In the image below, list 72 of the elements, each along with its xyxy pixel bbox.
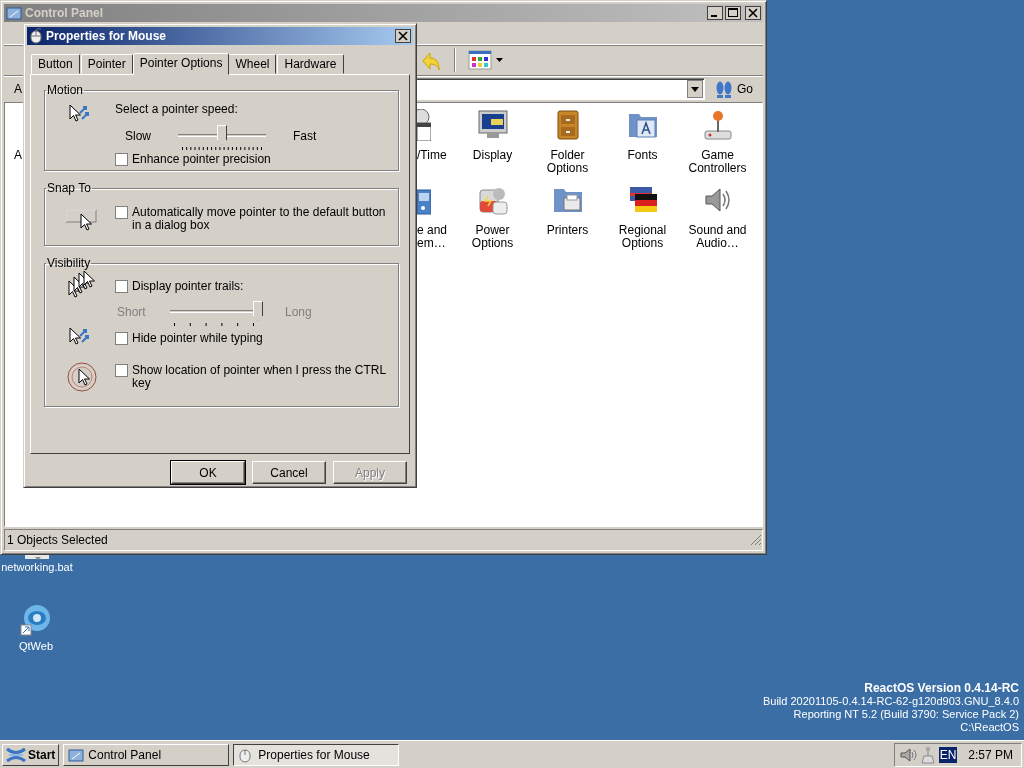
item-label[interactable]: Fonts [608, 149, 677, 162]
slider-min-label: Slow [124, 129, 152, 143]
folder-icon [6, 5, 22, 21]
item-label[interactable]: /Time [417, 149, 453, 162]
version-text: ReactOS Version 0.4.14-RC [863, 682, 1019, 695]
globe-icon [20, 604, 52, 636]
close-icon[interactable] [745, 6, 761, 20]
checkbox-label[interactable]: Enhance pointer precision [132, 153, 271, 166]
address-label: A [14, 82, 22, 96]
start-button[interactable]: Start [2, 743, 60, 766]
language-indicator[interactable]: EN [938, 746, 958, 763]
item-label[interactable]: e and em… [417, 224, 453, 250]
monitor-icon[interactable] [476, 109, 509, 141]
status-text: 1 Objects Selected [7, 533, 108, 547]
checkbox[interactable] [115, 153, 128, 166]
caret-icon[interactable] [496, 57, 504, 63]
go-button[interactable]: Go [711, 80, 757, 98]
version-text: Reporting NT 5.2 (Build 3790: Service Pack 2) [792, 708, 1019, 721]
checkbox[interactable] [115, 364, 128, 377]
item-label[interactable]: Regional Options [608, 224, 677, 250]
tab[interactable]: Hardware [277, 54, 344, 74]
clock[interactable]: 2:57 PM [968, 747, 1013, 762]
slider-max-label: Fast [292, 129, 317, 143]
tab[interactable]: Button [31, 54, 80, 74]
desktop-icon-label[interactable]: QtWeb [19, 640, 53, 652]
group-text: Select a pointer speed: [115, 102, 238, 116]
group-title: Visibility [46, 256, 92, 270]
checkbox-label[interactable]: Show location of pointer when I press the CTRL key [132, 364, 390, 390]
folder-icon [68, 746, 85, 763]
checkbox[interactable] [115, 279, 128, 293]
tab[interactable]: Pointer Options [132, 53, 230, 75]
version-text: Build 20201105-0.4.14-RC-62-g120d903.GNU_8.4.0 [762, 695, 1019, 708]
group-title: Motion [46, 83, 85, 97]
item-label[interactable]: A [14, 149, 22, 162]
slider-min-label: Short [116, 305, 147, 319]
views-icon[interactable] [468, 50, 492, 70]
slider-thumb[interactable] [217, 124, 227, 145]
footprints-icon [715, 80, 733, 98]
maximize-icon[interactable] [725, 6, 741, 20]
slider-max-label: Long [284, 305, 312, 319]
checkbox-label[interactable]: Automatically move pointer to the default button in a dialog box [132, 206, 390, 232]
version-text: C:\ReactOS [959, 721, 1019, 734]
item-label[interactable]: Game Controllers [683, 149, 752, 175]
desktop-icon-label[interactable]: networking.bat [1, 561, 73, 573]
item-label[interactable]: Printers [533, 224, 602, 237]
checkbox-label[interactable]: Hide pointer while typing [132, 331, 263, 345]
item-label[interactable]: Sound and Audio… [683, 224, 752, 250]
joystick-icon[interactable] [701, 109, 734, 141]
dialog-button[interactable]: Cancel [252, 461, 326, 484]
dialog-button[interactable]: OK [171, 461, 245, 484]
tab[interactable]: Wheel [228, 54, 277, 74]
volume-icon[interactable] [898, 746, 917, 763]
checkbox[interactable] [115, 206, 128, 219]
item-label[interactable]: Display [458, 149, 527, 162]
item-label[interactable]: Power Options [458, 224, 527, 250]
pointer-location-icon [66, 361, 98, 393]
logo-icon [6, 746, 26, 763]
tab[interactable]: Pointer [80, 54, 133, 74]
window-title: Control Panel [25, 6, 104, 20]
checkbox-label[interactable]: Display pointer trails: [132, 279, 244, 293]
group-title: Snap To [46, 181, 92, 195]
mouse-icon [29, 28, 43, 44]
window-title: Properties for Mouse [46, 29, 168, 43]
pointer-trails-icon [67, 271, 97, 301]
minimize-icon[interactable] [707, 6, 723, 20]
taskbar-button[interactable]: Control Panel [63, 743, 230, 766]
button-pointer-icon [65, 206, 99, 232]
checkbox[interactable] [115, 331, 128, 345]
taskbar-button[interactable]: Properties for Mouse [233, 743, 400, 766]
close-icon[interactable] [395, 29, 411, 43]
item-label[interactable]: Folder Options [533, 149, 602, 175]
dropdown-icon[interactable] [687, 80, 703, 98]
